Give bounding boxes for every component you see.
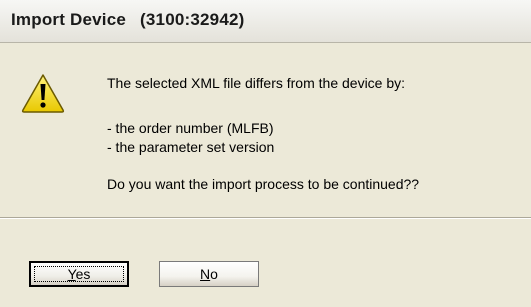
yes-mnemonic: Y: [67, 266, 76, 282]
no-button-label: No: [200, 266, 218, 282]
dialog-body: The selected XML file differs from the d…: [0, 43, 531, 218]
message-line-3: - the parameter set version: [107, 139, 275, 155]
yes-button-label: Yes: [68, 266, 91, 282]
yes-button[interactable]: Yes: [29, 261, 129, 287]
message-line-1: The selected XML file differs from the d…: [107, 75, 406, 91]
no-label-rest: o: [210, 266, 218, 282]
window-title-id: (3100:32942): [140, 10, 245, 29]
window-title: Import Device (3100:32942): [11, 10, 245, 30]
title-bar[interactable]: Import Device (3100:32942): [0, 0, 531, 43]
window-title-name: Import Device: [11, 10, 127, 29]
yes-label-rest: es: [75, 266, 91, 282]
no-button[interactable]: No: [159, 261, 259, 287]
no-mnemonic: N: [200, 266, 211, 282]
button-divider: [0, 217, 531, 219]
warning-icon: [21, 74, 65, 113]
message-line-4: Do you want the import process to be con…: [107, 176, 420, 192]
message-line-2: - the order number (MLFB): [107, 120, 274, 136]
